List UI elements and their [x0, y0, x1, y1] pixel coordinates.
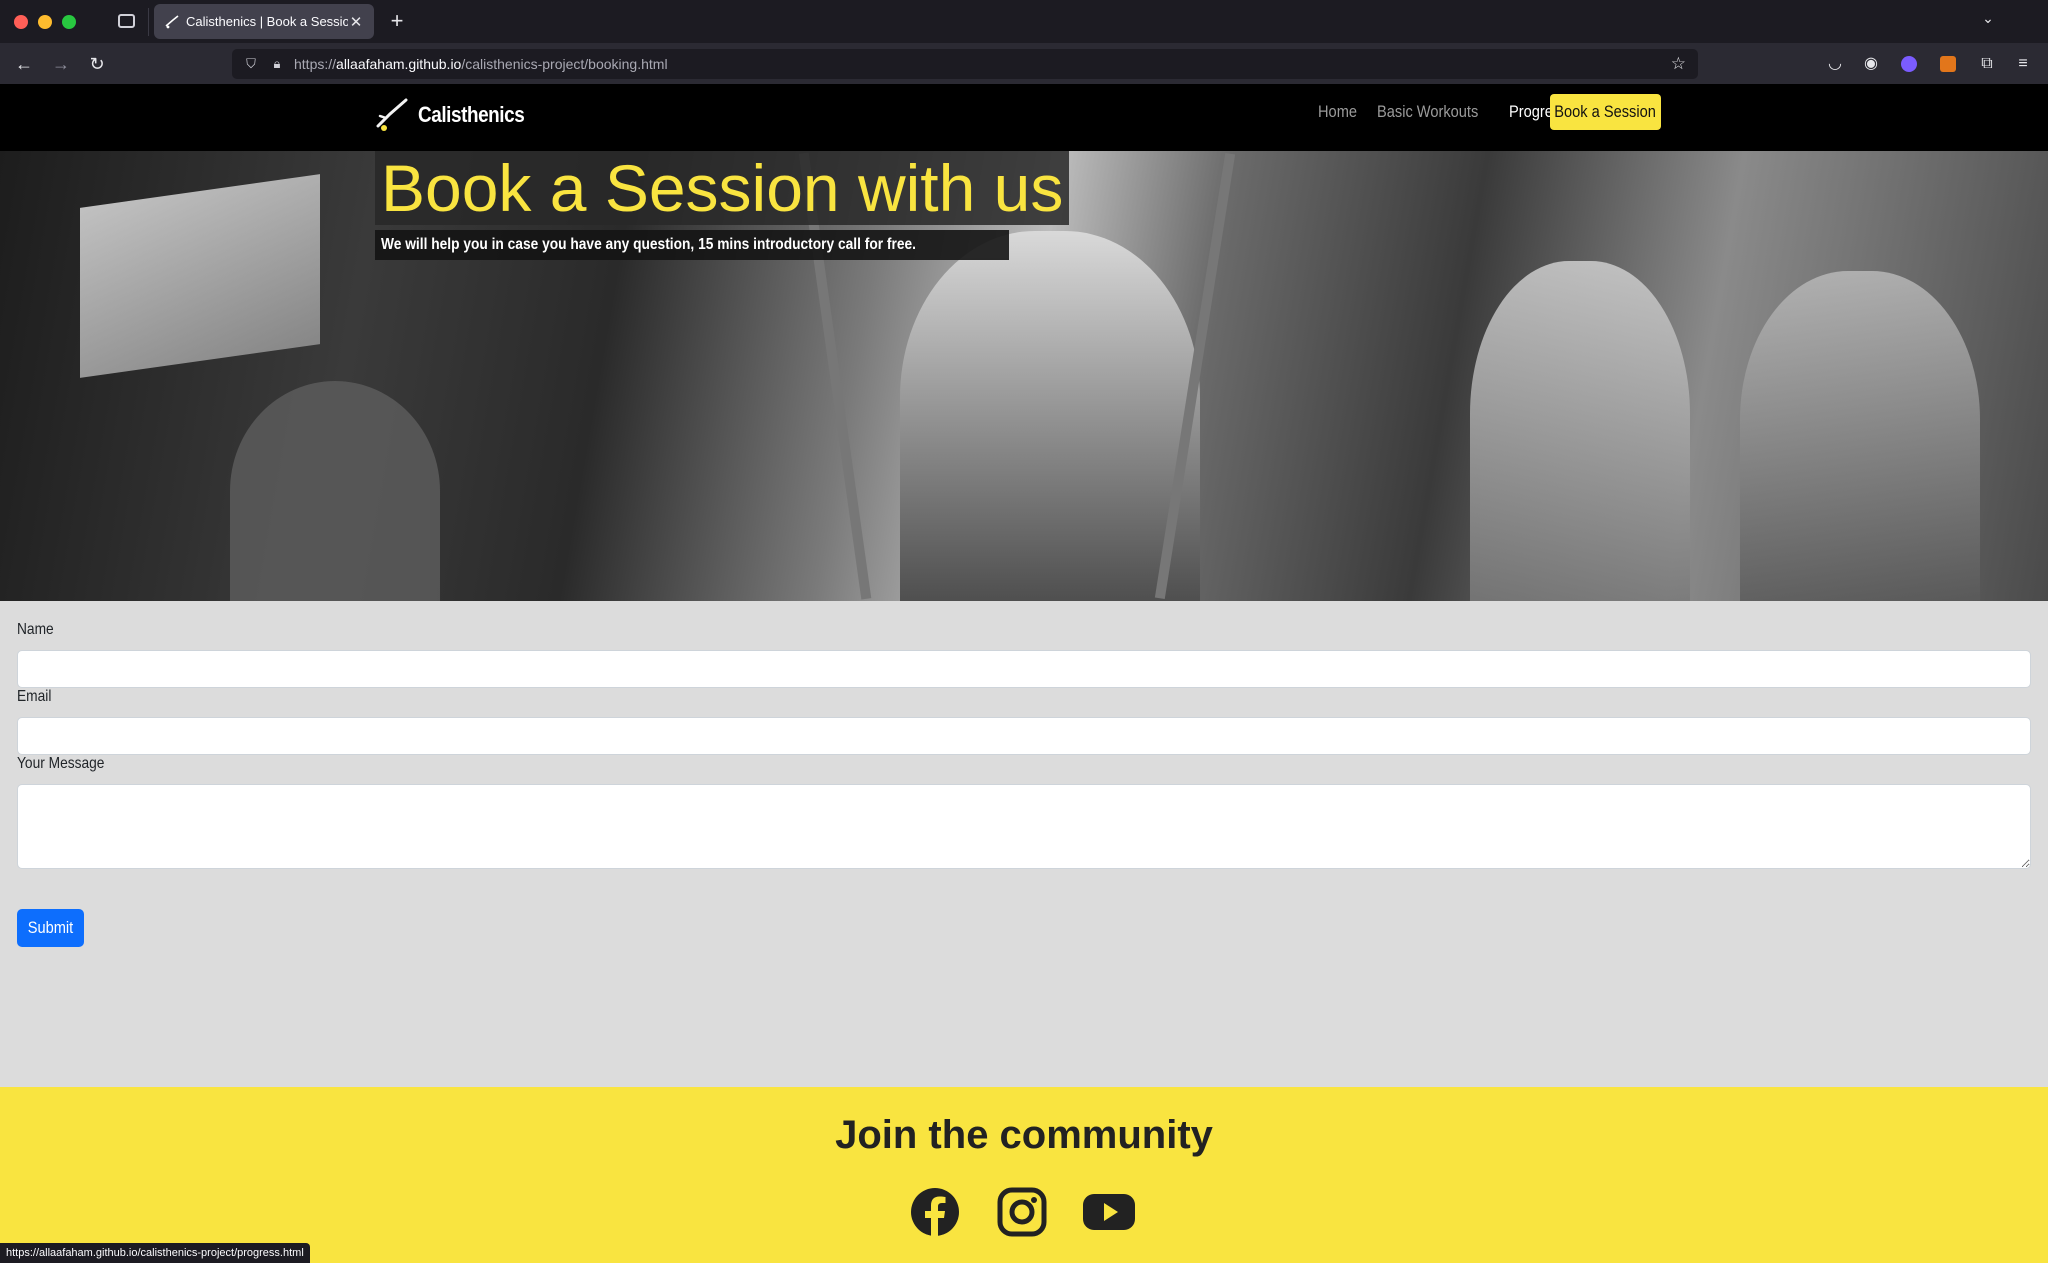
- name-label: Name: [17, 621, 54, 638]
- calisthenics-favicon-icon: [165, 14, 179, 28]
- footer-title: Join the community: [835, 1113, 1213, 1157]
- nav-link-basic-workouts[interactable]: Basic Workouts: [1377, 102, 1478, 122]
- extension-purple-icon[interactable]: [1896, 51, 1922, 77]
- calisthenics-logo-icon: [376, 98, 408, 131]
- browser-tab-bar: Calisthenics | Book a Session ✕ + ⌄: [0, 0, 2048, 43]
- address-bar[interactable]: ⛉ 🔒︎ https://allaafaham.github.io/calist…: [232, 49, 1698, 79]
- email-label: Email: [17, 688, 52, 705]
- hero-photo-figure-far-right: [1740, 271, 1980, 601]
- shield-icon[interactable]: ⛉: [242, 55, 260, 73]
- tab-title: Calisthenics | Book a Session: [186, 14, 348, 29]
- brand-link[interactable]: Calisthenics: [374, 96, 542, 134]
- book-session-button[interactable]: Book a Session: [1550, 94, 1661, 130]
- email-input[interactable]: [17, 717, 2031, 755]
- hero-subtitle: We will help you in case you have any qu…: [381, 236, 917, 253]
- url-scheme: https://: [294, 56, 337, 72]
- site-navbar: Calisthenics Home Basic Workouts Progres…: [0, 84, 2048, 151]
- nav-link-home[interactable]: Home: [1318, 102, 1357, 122]
- instagram-icon[interactable]: [995, 1185, 1049, 1239]
- youtube-icon[interactable]: [1082, 1185, 1136, 1239]
- facebook-icon[interactable]: [908, 1185, 962, 1239]
- close-tab-icon[interactable]: ✕: [348, 13, 364, 31]
- back-arrow-icon[interactable]: ←: [11, 51, 37, 77]
- status-link-preview: https://allaafaham.github.io/calisthenic…: [0, 1243, 310, 1263]
- brand-name: Calisthenics: [418, 102, 525, 127]
- forward-arrow-icon[interactable]: →: [48, 51, 74, 77]
- footer: Join the community: [0, 1087, 2048, 1263]
- pocket-icon[interactable]: ◡: [1822, 51, 1848, 77]
- hero-photo-figure-center: [900, 231, 1200, 601]
- extension-fox-icon[interactable]: [1935, 51, 1961, 77]
- window-controls: [14, 14, 76, 29]
- message-label: Your Message: [17, 755, 105, 772]
- reload-icon[interactable]: ↻: [84, 51, 110, 77]
- lock-icon[interactable]: 🔒︎: [268, 55, 286, 73]
- name-input[interactable]: [17, 650, 2031, 688]
- hero-banner: Book a Session with us We will help you …: [0, 151, 2048, 601]
- message-textarea[interactable]: [17, 784, 2031, 869]
- submit-label: Submit: [27, 918, 74, 937]
- hero-title-box: Book a Session with us: [375, 151, 1070, 225]
- book-session-label: Book a Session: [1554, 102, 1657, 121]
- close-window-button[interactable]: [14, 14, 28, 29]
- web-page: Calisthenics Home Basic Workouts Progres…: [0, 84, 2048, 1263]
- tab-divider: [148, 8, 149, 36]
- browser-nav-bar: ← → ↻ ⛉ 🔒︎ https://allaafaham.github.io /…: [0, 43, 2048, 84]
- url-host: allaafaham.github.io: [336, 56, 462, 72]
- extensions-puzzle-icon[interactable]: ⧉: [1974, 51, 2000, 77]
- minimize-window-button[interactable]: [38, 14, 52, 29]
- url-path: /calisthenics-project/booking.html: [461, 56, 668, 72]
- hero-title: Book a Session with us: [381, 151, 1064, 225]
- list-all-tabs-chevron-icon[interactable]: ⌄: [1978, 10, 1998, 27]
- hero-photo-window: [80, 174, 320, 378]
- hero-photo-figure-right: [1470, 261, 1690, 601]
- hero-subtitle-box: We will help you in case you have any qu…: [375, 230, 1010, 260]
- account-icon[interactable]: ◉: [1858, 51, 1884, 77]
- menu-icon[interactable]: ≡: [2010, 51, 2036, 77]
- tab-overview-icon[interactable]: [116, 12, 136, 30]
- maximize-window-button[interactable]: [62, 14, 76, 29]
- submit-button[interactable]: Submit: [17, 909, 84, 947]
- star-icon[interactable]: ☆: [1671, 54, 1686, 74]
- new-tab-icon[interactable]: +: [386, 9, 408, 33]
- booking-form: Name Email Your Message Submit: [0, 601, 2048, 1171]
- browser-tab-active[interactable]: Calisthenics | Book a Session ✕: [154, 4, 374, 39]
- hero-photo-figure-left: [230, 381, 440, 601]
